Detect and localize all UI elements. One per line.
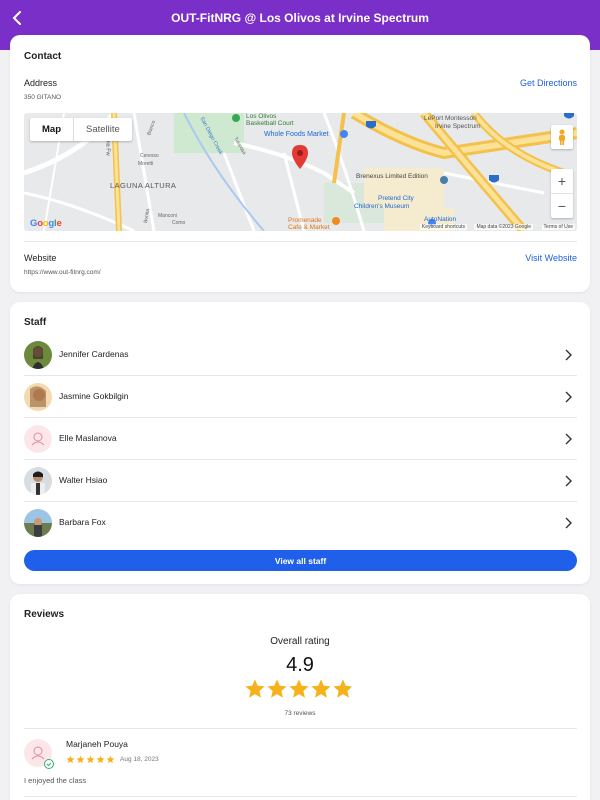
reviews-title: Reviews [24, 609, 65, 620]
website-value: https://www.out-fitnrg.com/ [24, 269, 101, 276]
star-icon [66, 755, 75, 764]
map-label-basketball: Basketball Court [246, 120, 294, 127]
staff-name: Jasmine Gokbilgin [59, 391, 129, 401]
chevron-left-icon [13, 11, 21, 25]
zoom-out-button[interactable]: − [551, 194, 573, 218]
avatar-placeholder [24, 425, 52, 453]
staff-name: Walter Hsiao [59, 475, 108, 485]
address-label: Address [24, 78, 58, 88]
map-footer: Keyboard shortcuts Map data ©2023 Google… [24, 222, 577, 231]
avatar [24, 467, 52, 495]
star-icon [311, 679, 331, 698]
get-directions-link[interactable]: Get Directions [520, 78, 577, 88]
contact-card: Contact Address 350 GITANO Get Direction… [10, 35, 590, 292]
contact-title: Contact [24, 51, 62, 62]
map-label-laguna-altura: LAGUNA ALTURA [110, 181, 177, 190]
overall-rating-value: 4.9 [286, 654, 314, 676]
map-label-manconi: Manconi [158, 213, 177, 219]
keyboard-shortcuts-link[interactable]: Keyboard shortcuts [419, 224, 467, 230]
star-icon [333, 679, 353, 698]
review-bottom-divider [24, 796, 577, 797]
view-all-staff-button[interactable]: View all staff [24, 550, 577, 571]
zoom-in-button[interactable]: + [551, 169, 573, 193]
map-label-brenexus: Brenexus Limited Edition [356, 173, 428, 180]
star-icon [267, 679, 287, 698]
chevron-right-icon [565, 517, 572, 529]
star-icon [86, 755, 95, 764]
review-stars [66, 755, 115, 764]
review-item: Marjaneh Pouya Aug 18, 2023 I enjoyed th… [24, 732, 577, 792]
reviews-card: Reviews Overall rating 4.9 73 reviews Ma… [10, 594, 590, 800]
star-icon [96, 755, 105, 764]
reviewer-avatar [24, 739, 54, 769]
avatar [24, 383, 52, 411]
staff-row[interactable]: Barbara Fox [24, 502, 577, 544]
star-icon [76, 755, 85, 764]
chevron-right-icon [565, 475, 572, 487]
staff-name: Jennifer Cardenas [59, 349, 129, 359]
page-title: OUT-FitNRG @ Los Olivos at Irvine Spectr… [171, 11, 429, 25]
review-count: 73 reviews [284, 710, 316, 717]
map-label-irvine-spectrum: Irvine Spectrum [435, 123, 481, 130]
chevron-right-icon [565, 391, 572, 403]
address-value: 350 GITANO [24, 94, 62, 101]
avatar [24, 509, 52, 537]
pegman-icon [559, 129, 565, 145]
map-type-satellite-button[interactable]: Satellite [73, 118, 132, 141]
map-label-los-olivos: Los Olivos [246, 113, 277, 120]
map-label-lepont: LePort Montessori [424, 115, 477, 122]
overall-rating-label: Overall rating [270, 636, 330, 647]
staff-name: Elle Maslanova [59, 433, 117, 443]
map-type-toggle: Map Satellite [30, 118, 132, 141]
terms-of-use-link[interactable]: Terms of Use [541, 224, 575, 230]
location-map[interactable]: Los Olivos Basketball Court Whole Foods … [24, 113, 577, 231]
map-data-text: Map data ©2023 Google [474, 224, 533, 230]
verified-check-icon [44, 759, 54, 769]
star-icon [289, 679, 309, 698]
street-view-pegman[interactable] [551, 125, 573, 149]
staff-title: Staff [24, 317, 47, 328]
staff-card: Staff Jennifer Cardenas Jasmine Gokbilgi… [10, 302, 590, 584]
map-type-map-button[interactable]: Map [30, 118, 73, 141]
staff-row[interactable]: Jennifer Cardenas [24, 334, 577, 376]
reviewer-name: Marjaneh Pouya [66, 739, 128, 749]
chevron-right-icon [565, 349, 572, 361]
staff-name: Barbara Fox [59, 517, 106, 527]
map-label-pretend-city: Pretend City [378, 195, 414, 202]
avatar [24, 341, 52, 369]
map-label-moretti: Moretti [138, 161, 154, 167]
staff-row[interactable]: Elle Maslanova [24, 418, 577, 460]
map-label-whole-foods: Whole Foods Market [264, 131, 329, 138]
contact-divider [24, 241, 577, 242]
staff-row[interactable]: Walter Hsiao [24, 460, 577, 502]
top-bar: OUT-FitNRG @ Los Olivos at Irvine Spectr… [0, 0, 600, 36]
star-icon [106, 755, 115, 764]
review-date: Aug 18, 2023 [120, 756, 159, 763]
staff-row[interactable]: Jasmine Gokbilgin [24, 376, 577, 418]
reviews-divider [24, 728, 577, 729]
back-button[interactable] [6, 7, 28, 29]
map-zoom-controls: + − [551, 169, 573, 218]
visit-website-link[interactable]: Visit Website [525, 253, 577, 263]
website-label: Website [24, 253, 57, 263]
map-label-childrens-museum: Children's Museum [354, 203, 410, 210]
review-text: I enjoyed the class [24, 776, 87, 785]
star-icon [245, 679, 265, 698]
chevron-right-icon [565, 433, 572, 445]
overall-rating-stars [244, 678, 356, 700]
map-label-ceresso: Ceresso [140, 153, 159, 159]
